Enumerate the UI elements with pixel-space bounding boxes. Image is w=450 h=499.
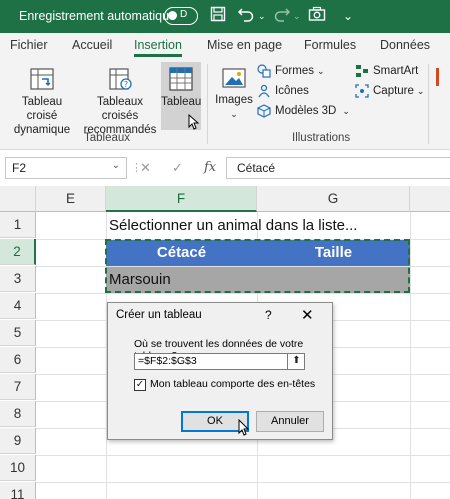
ribbon-divider: [207, 64, 208, 144]
shapes-icon: [257, 64, 271, 78]
gridline: [36, 482, 450, 483]
recommended-pivot-button[interactable]: ? Tableaux croisés recommandés: [80, 66, 160, 137]
tab-formules[interactable]: Formules: [304, 38, 356, 52]
dialog-title: Créer un tableau: [116, 309, 202, 321]
capture-dropdown-icon: ⌄: [416, 85, 425, 96]
images-label: Images: [215, 94, 253, 106]
mouse-cursor-icon: [188, 114, 200, 130]
column-header-h[interactable]: [410, 186, 450, 212]
ribbon-tabs: Fichier Accueil Insertion Mise en page F…: [0, 33, 450, 60]
cancel-button[interactable]: Annuler: [256, 411, 324, 432]
table-label: Tableau: [161, 96, 202, 108]
images-icon: [221, 66, 247, 90]
autosave-toggle[interactable]: D: [164, 7, 198, 25]
smartart-icon: [355, 64, 369, 78]
help-icon[interactable]: ?: [265, 308, 272, 322]
title-bar: Enregistrement automatique D ⌄ ⌄ ⌄: [0, 0, 450, 33]
recommended-pivot-label-1: Tableaux croisés: [96, 96, 144, 122]
save-icon[interactable]: [210, 6, 226, 26]
models3d-dropdown-icon: ⌄: [342, 105, 350, 116]
row-header-3[interactable]: 3: [0, 266, 36, 292]
undo-dropdown-icon[interactable]: ⌄: [258, 6, 266, 26]
tab-donnees[interactable]: Données: [380, 38, 430, 52]
models3d-icon: [257, 104, 271, 118]
redo-dropdown-icon[interactable]: ⌄: [293, 6, 301, 26]
enter-formula-icon[interactable]: ✓: [172, 160, 183, 176]
row-header-4[interactable]: 4: [0, 293, 36, 319]
ribbon-divider-2: [428, 64, 429, 144]
tab-mise-en-page[interactable]: Mise en page: [207, 38, 282, 52]
shapes-dropdown-icon: ⌄: [316, 65, 325, 76]
mouse-cursor-icon: [238, 419, 250, 436]
group-tableaux-label: Tableaux: [84, 132, 131, 144]
insert-function-icon[interactable]: fx: [204, 160, 216, 175]
images-button[interactable]: Images ⌄: [214, 66, 254, 121]
row-header-1[interactable]: 1: [0, 212, 36, 238]
toggle-state-label: D: [180, 9, 188, 20]
models3d-label: Modèles 3D: [275, 105, 337, 117]
camera-icon[interactable]: [308, 6, 326, 26]
row-header-5[interactable]: 5: [0, 320, 36, 346]
tab-fichier[interactable]: Fichier: [10, 38, 48, 52]
pivot-table-icon: [29, 66, 55, 92]
column-header-g[interactable]: G: [257, 186, 410, 212]
tab-insertion[interactable]: Insertion: [134, 38, 182, 57]
create-table-dialog: Créer un tableau ? ✕ Où se trouvent les …: [107, 302, 333, 440]
pivot-table-button[interactable]: Tableau croisé dynamique: [6, 66, 78, 137]
gridline: [36, 293, 450, 294]
icons-button[interactable]: Icônes: [257, 84, 309, 98]
icons-icon: [257, 84, 271, 98]
name-box-dropdown-icon[interactable]: ⌄: [112, 160, 120, 171]
shapes-label: Formes: [275, 65, 314, 77]
column-header-f[interactable]: F: [106, 186, 257, 212]
name-box-value: F2: [12, 161, 27, 175]
capture-button[interactable]: Capture ⌄: [355, 84, 424, 98]
select-all-corner[interactable]: [0, 186, 36, 212]
cell-f1[interactable]: Sélectionner un animal dans la liste...: [109, 213, 357, 239]
pivot-table-label-1: Tableau croisé: [21, 96, 63, 122]
next-group-icon: [436, 68, 439, 86]
capture-icon: [355, 84, 369, 98]
icons-label: Icônes: [275, 85, 309, 97]
row-header-7[interactable]: 7: [0, 374, 36, 400]
images-dropdown-icon: ⌄: [230, 109, 238, 119]
row-header-2[interactable]: 2: [0, 239, 36, 265]
pivot-table-label-2: dynamique: [13, 124, 71, 136]
row-header-6[interactable]: 6: [0, 347, 36, 373]
gridline: [36, 455, 450, 456]
collapse-range-icon[interactable]: ⬆: [287, 353, 305, 370]
customize-toolbar-icon[interactable]: ⌄: [343, 6, 353, 26]
group-illustrations-label: Illustrations: [292, 132, 351, 144]
row-header-8[interactable]: 8: [0, 401, 36, 427]
smartart-label: SmartArt: [373, 65, 419, 77]
recommended-pivot-icon: ?: [107, 66, 133, 92]
row-header-9[interactable]: 9: [0, 428, 36, 454]
row-header-11[interactable]: 11: [0, 482, 36, 499]
autosave-label: Enregistrement automatique: [19, 9, 177, 23]
table-button[interactable]: Tableau: [161, 62, 201, 130]
selection-marquee: [105, 239, 410, 293]
ribbon-insertion: Tableau croisé dynamique ? Tableaux croi…: [0, 60, 450, 150]
tab-accueil[interactable]: Accueil: [72, 38, 112, 52]
formula-bar: F2 ⌄ ⋮ ✕ ✓ fx Cétacé: [0, 150, 450, 186]
column-header-e[interactable]: E: [36, 186, 106, 212]
capture-label: Capture: [373, 85, 414, 97]
svg-text:?: ?: [124, 80, 128, 89]
table-icon: [168, 66, 194, 92]
shapes-button[interactable]: Formes ⌄: [257, 64, 325, 78]
cancel-formula-icon[interactable]: ✕: [140, 160, 151, 176]
headers-checkbox[interactable]: ✓: [134, 379, 146, 391]
models3d-button[interactable]: Modèles 3D ⌄: [257, 104, 350, 118]
undo-icon[interactable]: [237, 6, 255, 26]
row-header-10[interactable]: 10: [0, 455, 36, 481]
redo-icon[interactable]: [273, 6, 291, 26]
range-input[interactable]: =$F$2:$G$3: [134, 353, 305, 370]
gridline: [410, 212, 411, 499]
formula-input[interactable]: Cétacé: [226, 157, 450, 179]
headers-checkbox-label: Mon tableau comporte des en-têtes: [150, 378, 316, 390]
smartart-button[interactable]: SmartArt: [355, 64, 418, 78]
toggle-knob: [168, 11, 177, 20]
close-icon[interactable]: ✕: [301, 306, 314, 324]
name-box[interactable]: F2 ⌄: [5, 157, 127, 179]
